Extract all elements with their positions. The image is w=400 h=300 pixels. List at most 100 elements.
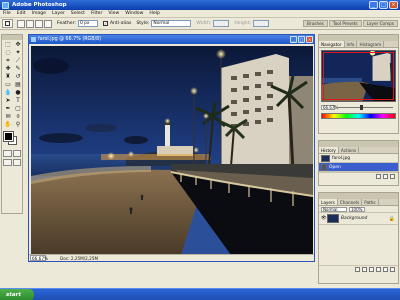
screen-mode-standard-button[interactable] — [3, 159, 12, 166]
link-icon[interactable] — [355, 266, 360, 272]
document-canvas[interactable] — [31, 46, 313, 255]
marquee-tool-icon[interactable]: ⬚ — [3, 41, 13, 49]
new-group-icon[interactable] — [376, 266, 381, 272]
feather-label: Feather: — [57, 21, 76, 26]
color-spectrum-bar[interactable] — [321, 113, 396, 119]
style-select[interactable]: Normal — [151, 20, 192, 27]
quick-mask-button[interactable] — [12, 150, 21, 157]
intersect-selection-button[interactable] — [44, 19, 52, 28]
subtract-selection-button[interactable] — [35, 19, 43, 28]
eyedropper-tool-icon[interactable]: ⌽ — [13, 113, 23, 121]
navigator-zoom-slider[interactable] — [338, 105, 393, 110]
menu-image[interactable]: Image — [29, 11, 49, 16]
opacity-field[interactable]: 100% — [349, 206, 365, 212]
healing-brush-icon[interactable]: ✚ — [3, 65, 13, 73]
palette-well-tab[interactable]: Tool Presets — [328, 20, 362, 27]
menu-edit[interactable]: Edit — [14, 11, 29, 16]
layer-thumbnail — [327, 214, 339, 223]
menu-select[interactable]: Select — [68, 11, 88, 16]
width-label: Width: — [196, 21, 212, 26]
history-snapshot[interactable]: farol.jpg — [319, 154, 398, 163]
document-window: farol.jpg @ 66.7% (RGB/8) _ □ × 66.67% D… — [28, 34, 315, 262]
antialias-label: Anti-alias — [109, 21, 132, 26]
document-minimize-button[interactable]: _ — [290, 36, 297, 43]
palette-well-tab[interactable]: Brushes — [303, 20, 328, 27]
blur-tool-icon[interactable]: 💧 — [3, 89, 13, 97]
brush-tool-icon[interactable]: ✎ — [13, 65, 23, 73]
tab-layers[interactable]: Layers — [319, 199, 338, 205]
maximize-button[interactable]: □ — [379, 1, 388, 9]
path-selection-icon[interactable]: ➤ — [3, 97, 13, 105]
navigator-zoom-row: 66.67% — [321, 104, 396, 111]
document-zoom-field[interactable]: 66.67% — [30, 255, 48, 261]
hand-tool-icon[interactable]: ✋ — [3, 121, 13, 129]
document-maximize-button[interactable]: □ — [298, 36, 305, 43]
type-tool-icon[interactable]: T — [13, 97, 23, 105]
menu-layer[interactable]: Layer — [49, 11, 68, 16]
gradient-tool-icon[interactable]: ▤ — [13, 81, 23, 89]
menu-bar: File Edit Image Layer Select Filter View… — [0, 10, 400, 18]
tool-preset-picker[interactable] — [2, 19, 13, 28]
lasso-tool-icon[interactable]: ◌ — [3, 49, 13, 57]
history-state[interactable]: Open — [319, 163, 398, 172]
width-input[interactable] — [213, 20, 230, 27]
menu-filter[interactable]: Filter — [88, 11, 105, 16]
tab-info[interactable]: Info — [345, 41, 358, 47]
tab-actions[interactable]: Actions — [339, 147, 360, 153]
navigator-view-box[interactable] — [323, 52, 394, 100]
tab-navigator[interactable]: Navigator — [319, 41, 345, 47]
document-info[interactable]: Doc: 2,25M/2,25M — [60, 256, 98, 261]
navigator-zoom-field[interactable]: 66.67% — [321, 105, 338, 110]
eraser-tool-icon[interactable]: ▭ — [3, 81, 13, 89]
document-title: farol.jpg @ 66.7% (RGB/8) — [38, 37, 102, 42]
menu-view[interactable]: View — [105, 11, 122, 16]
trash-icon[interactable] — [390, 266, 395, 272]
minimize-button[interactable]: _ — [369, 1, 378, 9]
document-controls: _ □ × — [290, 36, 313, 43]
dodge-tool-icon[interactable]: ● — [13, 89, 23, 97]
navigator-zoom-knob[interactable] — [360, 105, 363, 110]
menu-window[interactable]: Window — [122, 11, 146, 16]
antialias-checkbox[interactable]: ✓ — [102, 21, 108, 26]
history-brush-icon[interactable]: ↺ — [13, 73, 23, 81]
layer-style-icon[interactable] — [362, 266, 367, 272]
trash-icon[interactable] — [390, 173, 395, 179]
tab-histogram[interactable]: Histogram — [357, 41, 385, 47]
new-layer-icon[interactable] — [383, 266, 388, 272]
tab-channels[interactable]: Channels — [338, 199, 363, 205]
notes-tool-icon[interactable]: ✉ — [3, 113, 13, 121]
palette-well-tab[interactable]: Layer Comps — [362, 20, 398, 27]
navigator-thumbnail[interactable] — [321, 50, 396, 102]
new-document-icon[interactable] — [376, 173, 381, 179]
document-close-button[interactable]: × — [306, 36, 313, 43]
clone-stamp-icon[interactable]: ♜ — [3, 73, 13, 81]
foreground-color-swatch[interactable] — [3, 131, 14, 142]
document-status-bar: 66.67% Doc: 2,25M/2,25M — [29, 254, 314, 261]
new-selection-button[interactable] — [17, 19, 25, 28]
screen-modes — [3, 159, 21, 166]
document-titlebar[interactable]: farol.jpg @ 66.7% (RGB/8) _ □ × — [29, 35, 314, 44]
zoom-tool-icon[interactable]: ⚲ — [13, 121, 23, 129]
crop-tool-icon[interactable]: ⌗ — [3, 57, 13, 65]
height-input[interactable] — [253, 20, 270, 27]
photo-image — [31, 46, 313, 255]
standard-mode-button[interactable] — [3, 150, 12, 157]
layer-mask-icon[interactable] — [369, 266, 374, 272]
camera-icon[interactable] — [383, 173, 388, 179]
tab-paths[interactable]: Paths — [362, 199, 379, 205]
feather-input[interactable]: 0 px — [77, 20, 98, 27]
shape-tool-icon[interactable]: ▢ — [13, 105, 23, 113]
move-tool-icon[interactable]: ✥ — [13, 41, 23, 49]
pen-tool-icon[interactable]: ✒ — [3, 105, 13, 113]
add-selection-button[interactable] — [26, 19, 34, 28]
tab-history[interactable]: History — [319, 147, 339, 153]
slice-tool-icon[interactable]: ⟋ — [13, 57, 23, 65]
screen-mode-full-button[interactable] — [12, 159, 21, 166]
layer-row[interactable]: 👁 Background 🔒 — [319, 213, 398, 225]
menu-file[interactable]: File — [0, 11, 14, 16]
blend-mode-select[interactable]: Normal — [321, 206, 347, 212]
start-button[interactable]: start — [0, 289, 34, 300]
menu-help[interactable]: Help — [146, 11, 162, 16]
close-button[interactable]: × — [389, 1, 398, 9]
magic-wand-tool-icon[interactable]: ✦ — [13, 49, 23, 57]
